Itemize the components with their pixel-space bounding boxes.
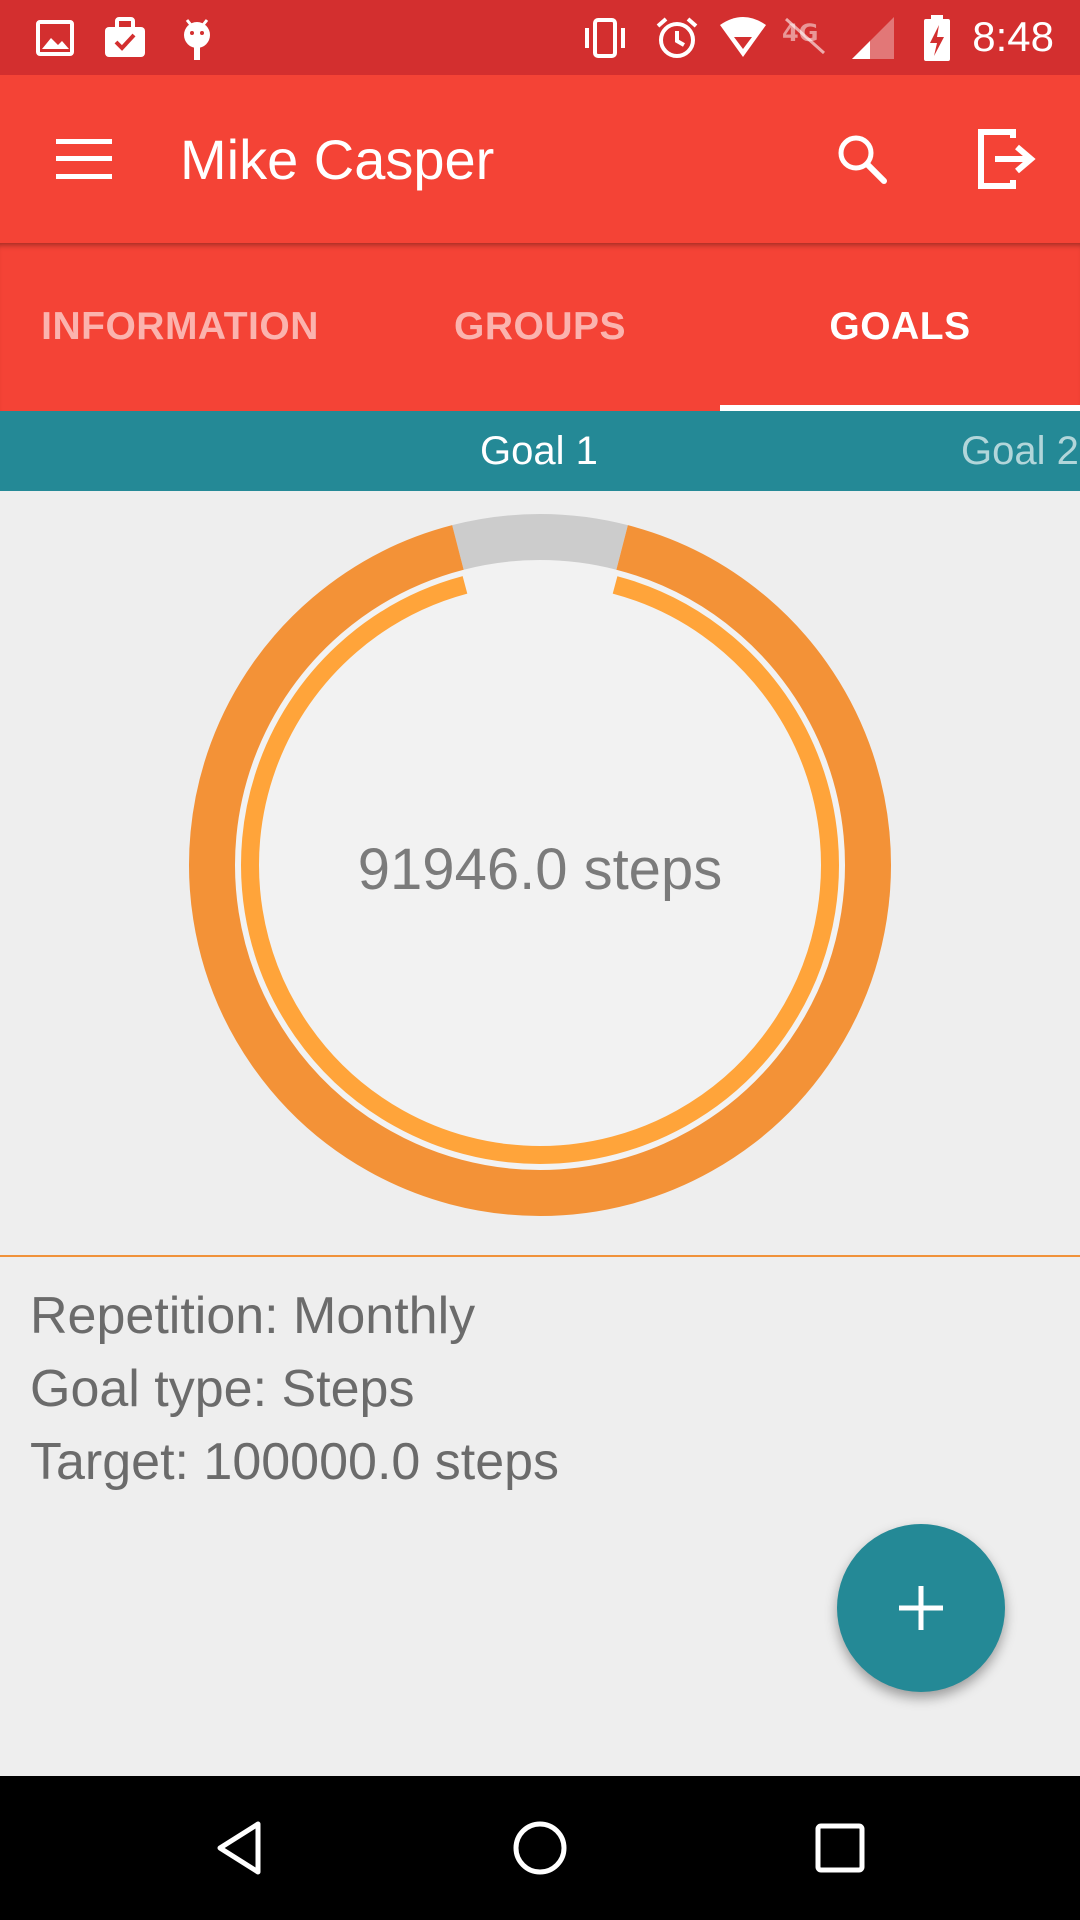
wifi-icon — [720, 17, 766, 57]
signal-icon — [852, 17, 894, 59]
menu-icon — [56, 139, 112, 179]
tab-goals[interactable]: GOALS — [720, 243, 1080, 411]
battery-charging-icon — [924, 15, 950, 61]
progress-ring-area: 91946.0 steps — [0, 491, 1080, 1255]
network-4g-off-icon: 4G — [782, 17, 826, 55]
goal-tab-2[interactable]: Goal 2 — [961, 411, 1079, 491]
divider — [0, 1255, 1080, 1257]
recents-icon — [815, 1823, 865, 1873]
plus-icon — [899, 1586, 943, 1630]
home-icon — [513, 1821, 567, 1875]
goal-type-text: Goal type: Steps — [30, 1360, 415, 1418]
progress-value: 91946.0 steps — [357, 837, 723, 902]
briefcase-check-icon — [105, 17, 145, 57]
navigation-bar — [0, 1776, 1080, 1920]
target-text: Target: 100000.0 steps — [30, 1433, 560, 1491]
recents-button[interactable] — [790, 1798, 890, 1898]
add-goal-button[interactable] — [837, 1524, 1005, 1692]
goal-tab-1[interactable]: Goal 1 — [480, 411, 598, 491]
toolbar-title: Mike Casper — [180, 128, 495, 191]
vibrate-icon — [585, 18, 625, 58]
back-button[interactable] — [190, 1798, 290, 1898]
goal-details: Repetition: Monthly Goal type: Steps Tar… — [30, 1280, 559, 1499]
image-icon — [36, 20, 74, 56]
logout-icon — [978, 129, 1036, 189]
ring-track — [452, 514, 628, 570]
goal-tabs: Goal 1 Goal 2 — [0, 411, 1080, 491]
status-bar: 4G 8:48 — [0, 0, 1080, 75]
search-icon — [838, 135, 887, 184]
status-time: 8:48 — [972, 13, 1054, 60]
android-icon — [184, 19, 210, 60]
repetition-text: Repetition: Monthly — [30, 1287, 476, 1345]
home-button[interactable] — [490, 1798, 590, 1898]
toolbar: Mike Casper — [0, 75, 1080, 243]
tab-information[interactable]: INFORMATION — [0, 243, 360, 411]
search-button[interactable] — [814, 111, 910, 207]
alarm-icon — [656, 17, 698, 58]
menu-button[interactable] — [30, 111, 138, 207]
logout-button[interactable] — [958, 111, 1054, 207]
screen: 4G 8:48 Mike Casper — [0, 0, 1080, 1920]
tab-groups[interactable]: GROUPS — [360, 243, 720, 411]
main-tabs: INFORMATION GROUPS GOALS — [0, 243, 1080, 411]
back-icon — [217, 1821, 261, 1875]
